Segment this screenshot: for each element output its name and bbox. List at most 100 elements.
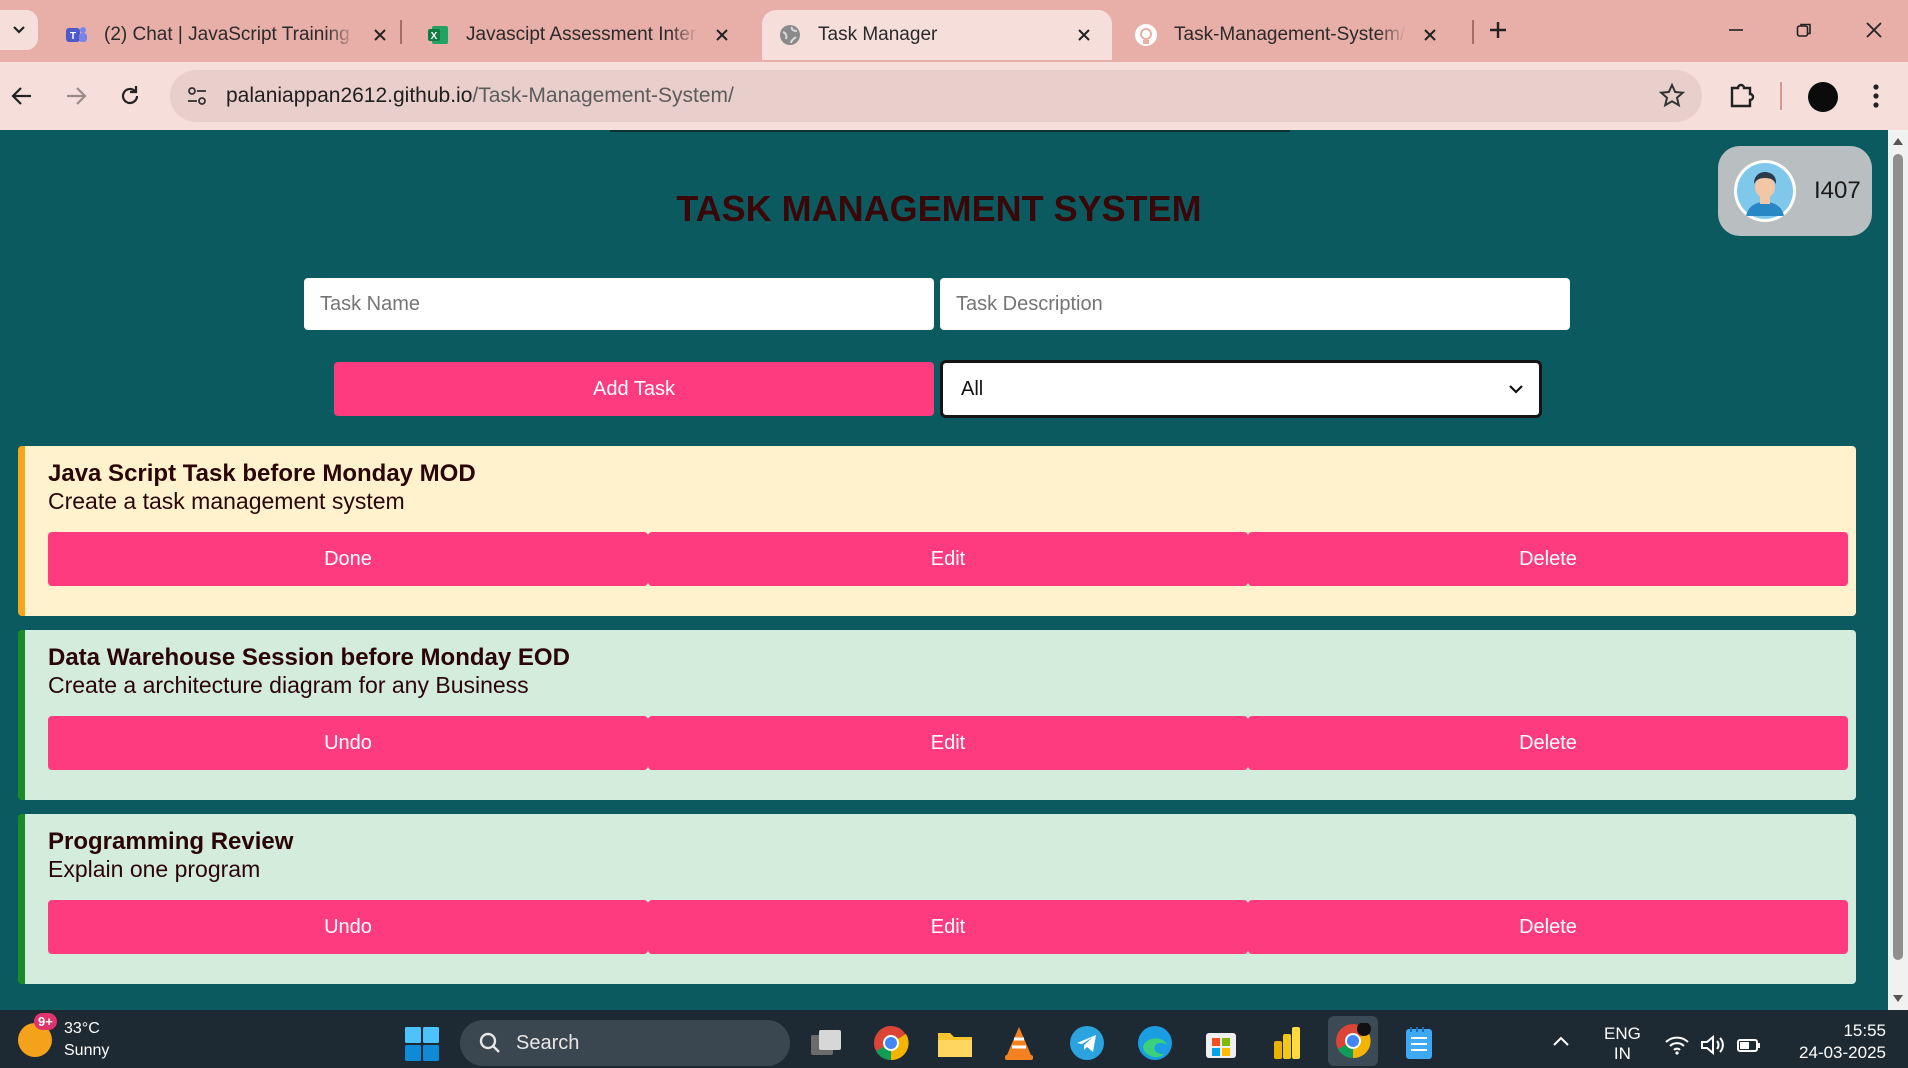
edit-button[interactable]: Edit bbox=[648, 900, 1248, 954]
browser-tab-strip: T (2) Chat | JavaScript Training by X Ja… bbox=[0, 0, 1908, 62]
telegram-icon[interactable] bbox=[1068, 1024, 1106, 1062]
reload-button[interactable] bbox=[108, 74, 152, 118]
site-info-icon[interactable] bbox=[182, 81, 212, 111]
task-name-input[interactable] bbox=[304, 278, 934, 330]
wifi-icon[interactable] bbox=[1664, 1034, 1690, 1056]
chevron-up-icon[interactable] bbox=[1552, 1034, 1570, 1048]
close-icon[interactable] bbox=[710, 23, 734, 47]
sun-icon: 9+ bbox=[18, 1013, 57, 1057]
tab-teams-chat[interactable]: T (2) Chat | JavaScript Training by bbox=[48, 10, 408, 60]
language-indicator[interactable]: ENG IN bbox=[1604, 1024, 1641, 1064]
weather-description: Sunny bbox=[64, 1042, 110, 1059]
delete-button[interactable]: Delete bbox=[1248, 716, 1848, 770]
notification-badge: 9+ bbox=[34, 1013, 57, 1030]
notepad-icon[interactable] bbox=[1400, 1024, 1438, 1062]
back-button[interactable] bbox=[0, 74, 44, 118]
kebab-menu-icon[interactable] bbox=[1864, 80, 1888, 112]
browser-toolbar: palaniappan2612.github.io/Task-Managemen… bbox=[0, 62, 1908, 130]
search-label: Search bbox=[516, 1031, 580, 1054]
task-name: Data Warehouse Session before Monday EOD bbox=[48, 644, 570, 671]
close-icon[interactable] bbox=[368, 23, 392, 47]
address-bar[interactable]: palaniappan2612.github.io/Task-Managemen… bbox=[170, 70, 1702, 122]
tab-title: Task-Management-System/ at m bbox=[1174, 24, 1406, 45]
task-name: Programming Review bbox=[48, 828, 294, 855]
chrome-icon[interactable] bbox=[872, 1024, 910, 1062]
task-view-icon[interactable] bbox=[808, 1024, 846, 1062]
edit-button[interactable]: Edit bbox=[648, 716, 1248, 770]
github-icon bbox=[1134, 23, 1158, 47]
close-icon[interactable] bbox=[1418, 23, 1442, 47]
bookmark-star-icon[interactable] bbox=[1658, 82, 1686, 110]
power-bi-icon[interactable] bbox=[1268, 1024, 1306, 1062]
scroll-down-arrow-icon[interactable] bbox=[1892, 994, 1904, 1004]
toolbar-separator bbox=[1780, 82, 1782, 110]
tab-separator bbox=[400, 20, 402, 44]
excel-icon: X bbox=[426, 23, 450, 47]
clock-date: 24-03-2025 bbox=[1799, 1043, 1886, 1062]
status-filter-select[interactable]: All bbox=[940, 360, 1542, 418]
arrow-left-icon bbox=[11, 87, 31, 105]
undo-button[interactable]: Undo bbox=[48, 900, 648, 954]
task-description: Explain one program bbox=[48, 856, 261, 882]
globe-icon bbox=[778, 23, 802, 47]
system-clock[interactable]: 15:55 24-03-2025 bbox=[1786, 1020, 1886, 1064]
tab-search-button[interactable] bbox=[0, 10, 38, 50]
windows-taskbar: 9+ 33°C Sunny Search ENG IN 15:55 24-03-… bbox=[0, 1010, 1908, 1068]
restore-button[interactable] bbox=[1774, 10, 1834, 50]
scrollbar-thumb[interactable] bbox=[1893, 154, 1903, 960]
restore-icon bbox=[1796, 23, 1811, 37]
task-card: Java Script Task before Monday MOD Creat… bbox=[18, 446, 1856, 616]
svg-text:X: X bbox=[431, 31, 438, 42]
search-icon bbox=[479, 1032, 500, 1053]
close-icon[interactable] bbox=[1072, 23, 1096, 47]
done-button[interactable]: Done bbox=[48, 532, 648, 586]
tab-excel-assessment[interactable]: X Javascipt Assessment Interns 20 bbox=[410, 10, 750, 60]
undo-button[interactable]: Undo bbox=[48, 716, 648, 770]
weather-text: 33°C Sunny bbox=[64, 1018, 109, 1062]
svg-text:T: T bbox=[70, 31, 76, 42]
delete-button[interactable]: Delete bbox=[1248, 900, 1848, 954]
tab-separator bbox=[1472, 20, 1474, 44]
task-name: Java Script Task before Monday MOD bbox=[48, 460, 476, 487]
arrow-right-icon bbox=[67, 87, 87, 105]
weather-widget[interactable]: 9+ 33°C Sunny bbox=[18, 1013, 109, 1062]
tab-github-repo[interactable]: Task-Management-System/ at m bbox=[1118, 10, 1458, 60]
chevron-down-icon bbox=[1509, 385, 1523, 394]
close-icon bbox=[1866, 22, 1882, 38]
windows-start-icon[interactable] bbox=[404, 1026, 440, 1062]
task-card: Data Warehouse Session before Monday EOD… bbox=[18, 630, 1856, 800]
plus-icon bbox=[1490, 22, 1506, 38]
delete-button[interactable]: Delete bbox=[1248, 532, 1848, 586]
new-tab-button[interactable] bbox=[1484, 14, 1512, 46]
url-path: /Task-Management-System/ bbox=[472, 84, 734, 107]
edge-icon[interactable] bbox=[1136, 1024, 1174, 1062]
forward-button[interactable] bbox=[54, 74, 98, 118]
file-explorer-icon[interactable] bbox=[936, 1024, 974, 1062]
edit-button[interactable]: Edit bbox=[648, 532, 1248, 586]
add-task-button[interactable]: Add Task bbox=[334, 362, 934, 416]
weather-temperature: 33°C bbox=[64, 1020, 100, 1037]
scroll-up-arrow-icon[interactable] bbox=[1892, 136, 1904, 146]
vertical-scrollbar[interactable] bbox=[1888, 130, 1908, 1010]
tab-title: Task Manager bbox=[818, 24, 938, 45]
taskbar-search[interactable]: Search bbox=[460, 1020, 790, 1066]
chrome-active-icon[interactable] bbox=[1328, 1016, 1378, 1066]
extensions-icon[interactable] bbox=[1726, 78, 1760, 112]
tab-task-manager[interactable]: Task Manager bbox=[762, 10, 1112, 60]
filter-selected-value: All bbox=[961, 377, 984, 400]
chevron-down-icon bbox=[13, 26, 25, 34]
page-title: TASK MANAGEMENT SYSTEM bbox=[676, 188, 1202, 229]
profile-avatar[interactable] bbox=[1808, 82, 1838, 112]
vlc-icon[interactable] bbox=[1000, 1024, 1038, 1062]
microsoft-store-icon[interactable] bbox=[1202, 1024, 1240, 1062]
task-description-input[interactable] bbox=[940, 278, 1570, 330]
task-card: Programming Review Explain one program U… bbox=[18, 814, 1856, 984]
battery-icon[interactable] bbox=[1736, 1034, 1762, 1056]
web-page: I407 TASK MANAGEMENT SYSTEM Add Task All… bbox=[0, 130, 1908, 1010]
volume-icon[interactable] bbox=[1700, 1034, 1726, 1056]
language-code: ENG bbox=[1604, 1024, 1641, 1043]
window-close-button[interactable] bbox=[1844, 10, 1904, 50]
minimize-button[interactable] bbox=[1706, 10, 1766, 50]
reload-icon bbox=[121, 86, 139, 105]
tab-title: Javascipt Assessment Interns 20 bbox=[466, 24, 698, 45]
